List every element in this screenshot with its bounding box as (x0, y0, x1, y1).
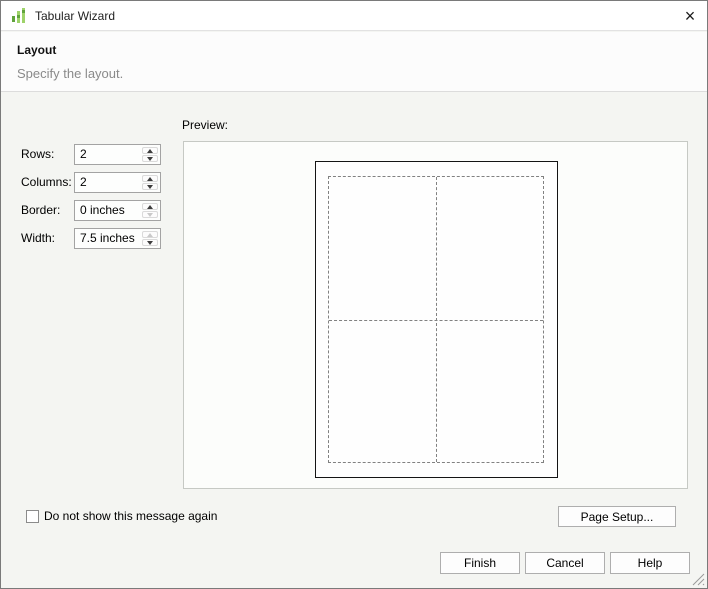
columns-spin-down-button[interactable] (142, 183, 158, 190)
preview-panel (183, 141, 688, 489)
rows-value: 2 (80, 147, 87, 161)
page-title: Layout (17, 43, 57, 57)
wizard-step-header: Layout Specify the layout. (1, 32, 707, 92)
border-spinner (142, 203, 158, 218)
rows-spin-down-button[interactable] (142, 155, 158, 162)
close-button[interactable]: × (673, 1, 707, 31)
grid-row-divider (329, 319, 543, 321)
do-not-show-label: Do not show this message again (44, 509, 218, 523)
help-button[interactable]: Help (610, 552, 690, 574)
cancel-button[interactable]: Cancel (525, 552, 605, 574)
app-equalizer-icon (12, 8, 25, 23)
width-label: Width: (21, 231, 56, 245)
rows-field[interactable]: 2 (74, 144, 161, 165)
width-field[interactable]: 7.5 inches (74, 228, 161, 249)
triangle-down-icon (147, 240, 153, 245)
page-setup-button[interactable]: Page Setup... (558, 506, 676, 527)
width-spin-down-button[interactable] (142, 239, 158, 246)
columns-row: Columns: 2 (21, 172, 161, 193)
rows-spinner (142, 147, 158, 162)
triangle-down-icon (147, 212, 153, 217)
columns-label: Columns: (21, 175, 72, 189)
columns-value: 2 (80, 175, 87, 189)
resize-grip-icon[interactable] (692, 573, 705, 586)
rows-spin-up-button[interactable] (142, 147, 158, 154)
triangle-up-icon (147, 232, 153, 237)
triangle-up-icon (147, 176, 153, 181)
page-subtitle: Specify the layout. (17, 66, 124, 81)
border-label: Border: (21, 203, 61, 217)
border-value: 0 inches (80, 203, 125, 217)
border-spin-down-button[interactable] (142, 211, 158, 218)
width-row: Width: 7.5 inches (21, 228, 161, 249)
border-row: Border: 0 inches (21, 200, 161, 221)
width-spinner (142, 231, 158, 246)
tabular-wizard-dialog: Tabular Wizard × Layout Specify the layo… (0, 0, 708, 589)
columns-spinner (142, 175, 158, 190)
columns-field[interactable]: 2 (74, 172, 161, 193)
triangle-down-icon (147, 184, 153, 189)
triangle-up-icon (147, 148, 153, 153)
do-not-show-checkbox[interactable] (26, 510, 39, 523)
preview-page (315, 161, 558, 478)
window-title: Tabular Wizard (35, 9, 116, 23)
title-bar: Tabular Wizard × (1, 1, 707, 31)
rows-row: Rows: 2 (21, 144, 161, 165)
width-value: 7.5 inches (80, 231, 135, 245)
preview-label: Preview: (182, 118, 229, 132)
do-not-show-row: Do not show this message again (26, 509, 217, 524)
rows-label: Rows: (21, 147, 55, 161)
triangle-down-icon (147, 156, 153, 161)
border-spin-up-button[interactable] (142, 203, 158, 210)
border-field[interactable]: 0 inches (74, 200, 161, 221)
triangle-up-icon (147, 204, 153, 209)
finish-button[interactable]: Finish (440, 552, 520, 574)
width-spin-up-button[interactable] (142, 231, 158, 238)
columns-spin-up-button[interactable] (142, 175, 158, 182)
preview-grid (328, 176, 544, 463)
